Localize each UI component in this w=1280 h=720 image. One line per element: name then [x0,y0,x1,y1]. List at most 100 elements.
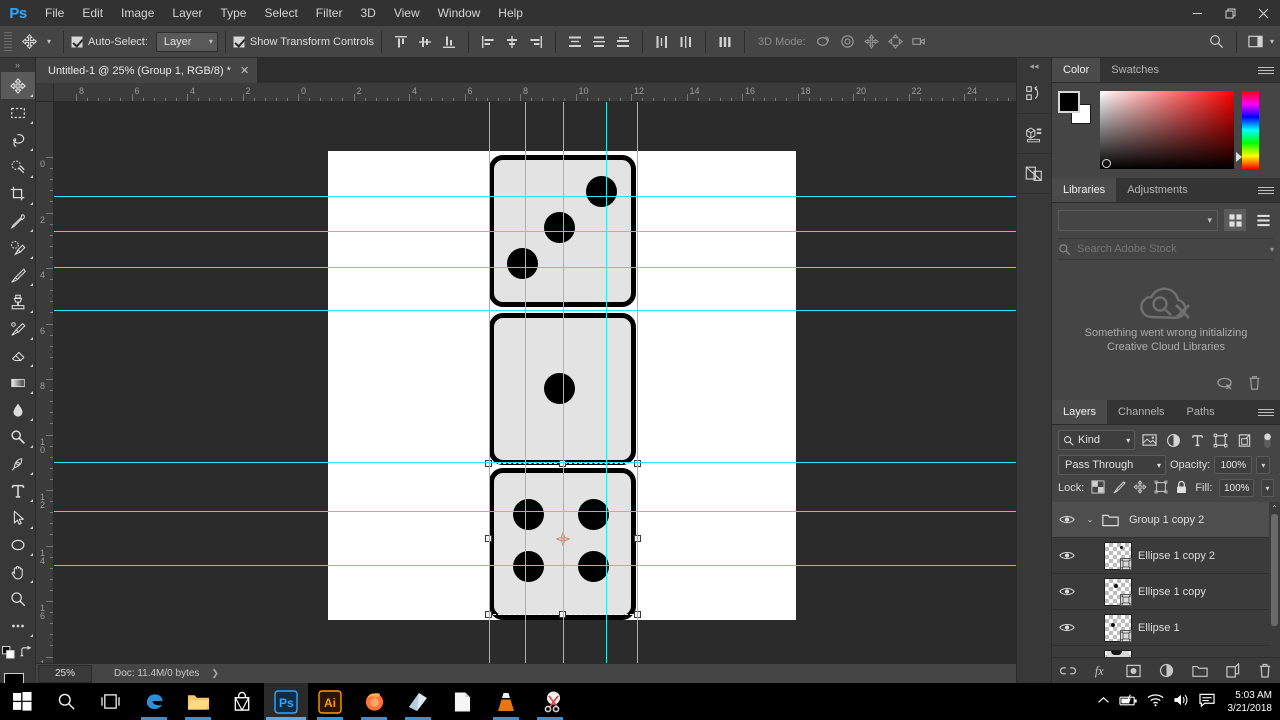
guide-horizontal[interactable] [54,511,1016,512]
guide-horizontal[interactable] [54,267,1016,268]
filter-smart-objects-icon[interactable] [1235,431,1254,450]
start-icon[interactable] [0,683,44,720]
align-horizontal-centers-icon[interactable] [500,30,524,54]
chevron-down-icon[interactable]: ▾ [1270,245,1274,254]
tool-brush[interactable] [1,261,35,288]
show-transform-controls-checkbox[interactable]: Show Transform Controls [232,35,374,48]
options-bar-grip[interactable] [4,32,12,52]
guide-vertical[interactable] [606,102,607,683]
delete-layer-icon[interactable] [1258,663,1272,678]
wifi-icon[interactable] [1146,693,1164,710]
library-dropdown[interactable]: ▾ [1058,209,1218,231]
toolbar-collapse-icon[interactable]: » [0,58,35,72]
tool-lasso[interactable] [1,126,35,153]
tool-history-brush[interactable] [1,315,35,342]
scrollbar-thumb[interactable] [1271,514,1278,626]
zoom-level-input[interactable]: 25% [38,664,92,683]
tool-move[interactable] [1,72,35,99]
status-expand-icon[interactable]: ❯ [211,668,219,679]
canvas-stage[interactable] [54,102,1016,683]
tool-ellipse-shape[interactable] [1,531,35,558]
close-icon[interactable]: ✕ [240,64,249,77]
microsoft-store-icon[interactable] [220,683,264,720]
hue-strip[interactable] [1236,91,1259,169]
menu-3d[interactable]: 3D [351,0,384,26]
guide-vertical[interactable] [489,102,490,683]
link-broken-icon[interactable] [1216,376,1233,391]
layer-filter-kind-dropdown[interactable]: Kind ▾ [1058,430,1136,450]
battery-icon[interactable] [1118,694,1138,710]
swap-colors-icon[interactable] [19,639,35,666]
menu-image[interactable]: Image [112,0,163,26]
layer-row-group[interactable]: ⌄ Group 1 copy 2 [1052,502,1280,538]
file-explorer-icon[interactable] [176,683,220,720]
search-icon[interactable] [44,683,88,720]
guide-vertical[interactable] [525,102,526,683]
tool-rectangular-marquee[interactable] [1,99,35,126]
tool-type[interactable] [1,477,35,504]
filter-pixel-layers-icon[interactable] [1140,431,1159,450]
menu-layer[interactable]: Layer [163,0,211,26]
vertical-ruler[interactable]: 024681 01 21 41 61 8 [36,102,54,683]
document-icon[interactable] [440,683,484,720]
tool-dodge[interactable] [1,423,35,450]
filter-shape-layers-icon[interactable] [1212,431,1231,450]
layer-visibility-icon[interactable] [1056,586,1078,597]
tab-channels[interactable]: Channels [1107,400,1176,424]
align-bottom-edges-icon[interactable] [437,30,461,54]
trash-icon[interactable] [1247,375,1262,391]
lock-position-icon[interactable] [1133,479,1147,497]
tab-adjustments[interactable]: Adjustments [1116,178,1199,202]
layer-row[interactable]: Ellipse 1 [1052,610,1280,646]
tab-layers[interactable]: Layers [1052,400,1108,424]
foreground-color-swatch[interactable] [1058,91,1080,113]
auto-select-scope-dropdown[interactable]: Layer ▾ [155,31,218,52]
align-right-edges-icon[interactable] [524,30,548,54]
distribute-vertical-centers-icon[interactable] [587,30,611,54]
move-tool-icon[interactable] [16,29,42,55]
tool-edit-toolbar[interactable] [1,612,35,639]
taskbar-clock[interactable]: 5:03 AM 3/21/2018 [1224,689,1273,715]
edge-icon[interactable] [132,683,176,720]
filter-toggle-switch[interactable] [1261,431,1274,450]
menu-type[interactable]: Type [211,0,255,26]
tool-quick-selection[interactable] [1,153,35,180]
layer-visibility-icon[interactable] [1056,622,1078,633]
action-center-icon[interactable] [1198,693,1215,710]
guide-horizontal[interactable] [54,565,1016,566]
dock-collapse-icon[interactable]: ◂◂ [1017,58,1051,74]
lock-transparent-pixels-icon[interactable] [1091,479,1105,497]
guide-horizontal[interactable] [54,231,1016,232]
tab-swatches[interactable]: Swatches [1100,58,1170,82]
new-adjustment-layer-icon[interactable] [1159,663,1174,678]
menu-file[interactable]: File [36,0,73,26]
3d-rotate-icon[interactable] [812,30,836,54]
illustrator-icon[interactable]: Ai [308,683,352,720]
snipping-tool-icon[interactable] [528,683,572,720]
group-expand-icon[interactable]: ⌄ [1084,515,1096,524]
menu-window[interactable]: Window [429,0,490,26]
opacity-stepper-caret[interactable]: ▾ [1256,456,1271,474]
3d-drag-icon[interactable] [860,30,884,54]
lock-all-icon[interactable] [1175,480,1188,497]
scroll-up-icon[interactable]: ⌃ [1269,504,1280,513]
link-layers-icon[interactable] [1060,666,1076,676]
volume-icon[interactable] [1173,693,1190,710]
vlc-icon[interactable] [484,683,528,720]
layer-thumbnail[interactable] [1104,541,1132,570]
tool-path-selection[interactable] [1,504,35,531]
tab-libraries[interactable]: Libraries [1052,178,1117,202]
adobe-stock-search[interactable]: Search Adobe Stock ▾ [1058,238,1274,260]
align-left-edges-icon[interactable] [476,30,500,54]
task-view-icon[interactable] [88,683,132,720]
horizontal-ruler[interactable]: 8 6 4 2 0 2 4 6 8 10 12 14 16 18 20 22 24 [54,83,1016,102]
color-picker-field[interactable] [1100,91,1234,169]
color-panel-menu-icon[interactable] [1258,58,1274,83]
add-layer-mask-icon[interactable] [1126,664,1141,678]
color-swatches[interactable] [1058,91,1092,125]
rail-item-actions[interactable] [1017,154,1051,194]
distribute-spacing-icon[interactable] [713,30,737,54]
fill-stepper-caret[interactable]: ▾ [1261,479,1274,497]
filter-type-layers-icon[interactable] [1188,431,1207,450]
distribute-left-edges-icon[interactable] [650,30,674,54]
